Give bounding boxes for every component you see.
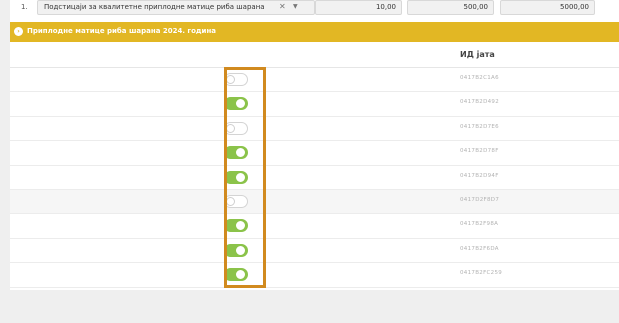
selection-toggle[interactable] xyxy=(224,170,248,184)
flock-id: 0417B2F98A xyxy=(460,221,499,228)
subsidy-type-value: Подстицаји за квалитетне приплодне матиц… xyxy=(44,3,265,11)
table-row: 0417D2F8D7 xyxy=(10,189,619,215)
flock-id: 0417B2F6DA xyxy=(460,245,499,252)
table-row: 0417B2FC259 xyxy=(10,263,619,288)
quantity-field[interactable]: 10,00 xyxy=(315,0,402,15)
section-header[interactable]: › Приплодне матице риба шарана 2024. год… xyxy=(10,22,619,42)
flock-id: 0417D2F8D7 xyxy=(460,196,500,203)
unit-amount-value: 500,00 xyxy=(463,3,489,11)
quantity-value: 10,00 xyxy=(375,3,396,11)
selection-toggle[interactable] xyxy=(224,194,248,208)
toggle-knob xyxy=(236,148,245,158)
selection-toggle[interactable] xyxy=(224,146,248,160)
flock-id: 0417B2FC259 xyxy=(460,270,503,277)
table-row: 0417B2C1A6 xyxy=(10,68,619,93)
table-header: ИД јата xyxy=(10,42,619,68)
table-row: 0417B2F6DA xyxy=(10,239,619,264)
total-amount-field[interactable]: 5000,00 xyxy=(500,0,595,15)
selection-toggle[interactable] xyxy=(224,268,248,282)
total-amount-value: 5000,00 xyxy=(560,3,589,11)
toggle-knob xyxy=(236,221,245,231)
close-icon[interactable]: ✕ xyxy=(279,2,286,11)
toggle-knob xyxy=(236,172,245,182)
flock-id: 0417B2D7E6 xyxy=(460,123,499,130)
flock-id: 0417B2D78F xyxy=(460,148,499,155)
table-row: 0417B2D7E6 xyxy=(10,117,619,142)
selection-toggle[interactable] xyxy=(224,219,248,233)
form-panel: 1. Подстицаји за квалитетне приплодне ма… xyxy=(10,0,619,290)
subsidy-row: 1. Подстицаји за квалитетне приплодне ма… xyxy=(10,0,619,20)
chevron-right-icon[interactable]: › xyxy=(14,27,23,36)
toggle-knob xyxy=(226,196,235,206)
table-row: 0417B2D492 xyxy=(10,92,619,117)
table-row: 0417B2D94F xyxy=(10,166,619,190)
column-header-id: ИД јата xyxy=(460,50,495,59)
selection-toggle[interactable] xyxy=(224,73,248,86)
table-row: 0417B2D78F xyxy=(10,141,619,166)
table-body: 0417B2C1A6 0417B2D492 0417B2D7E6 0417B2D78F… xyxy=(10,68,619,288)
flock-id: 0417B2C1A6 xyxy=(460,75,499,81)
row-number: 1. xyxy=(21,3,28,11)
chevron-down-icon[interactable]: ▼ xyxy=(293,3,298,10)
table-row: 0417B2F98A xyxy=(10,214,619,239)
subsidy-type-select[interactable]: Подстицаји за квалитетне приплодне матиц… xyxy=(37,0,315,15)
section-title: Приплодне матице риба шарана 2024. годин… xyxy=(27,27,217,35)
flock-id: 0417B2D492 xyxy=(460,99,500,106)
flock-id: 0417B2D94F xyxy=(460,172,499,179)
toggle-knob xyxy=(226,123,235,133)
toggle-knob xyxy=(226,75,235,84)
selection-toggle[interactable] xyxy=(224,243,248,257)
selection-toggle[interactable] xyxy=(224,97,248,111)
toggle-knob xyxy=(236,99,245,109)
toggle-knob xyxy=(236,270,245,280)
selection-toggle[interactable] xyxy=(224,121,248,135)
unit-amount-field[interactable]: 500,00 xyxy=(407,0,494,15)
toggle-knob xyxy=(236,245,245,255)
